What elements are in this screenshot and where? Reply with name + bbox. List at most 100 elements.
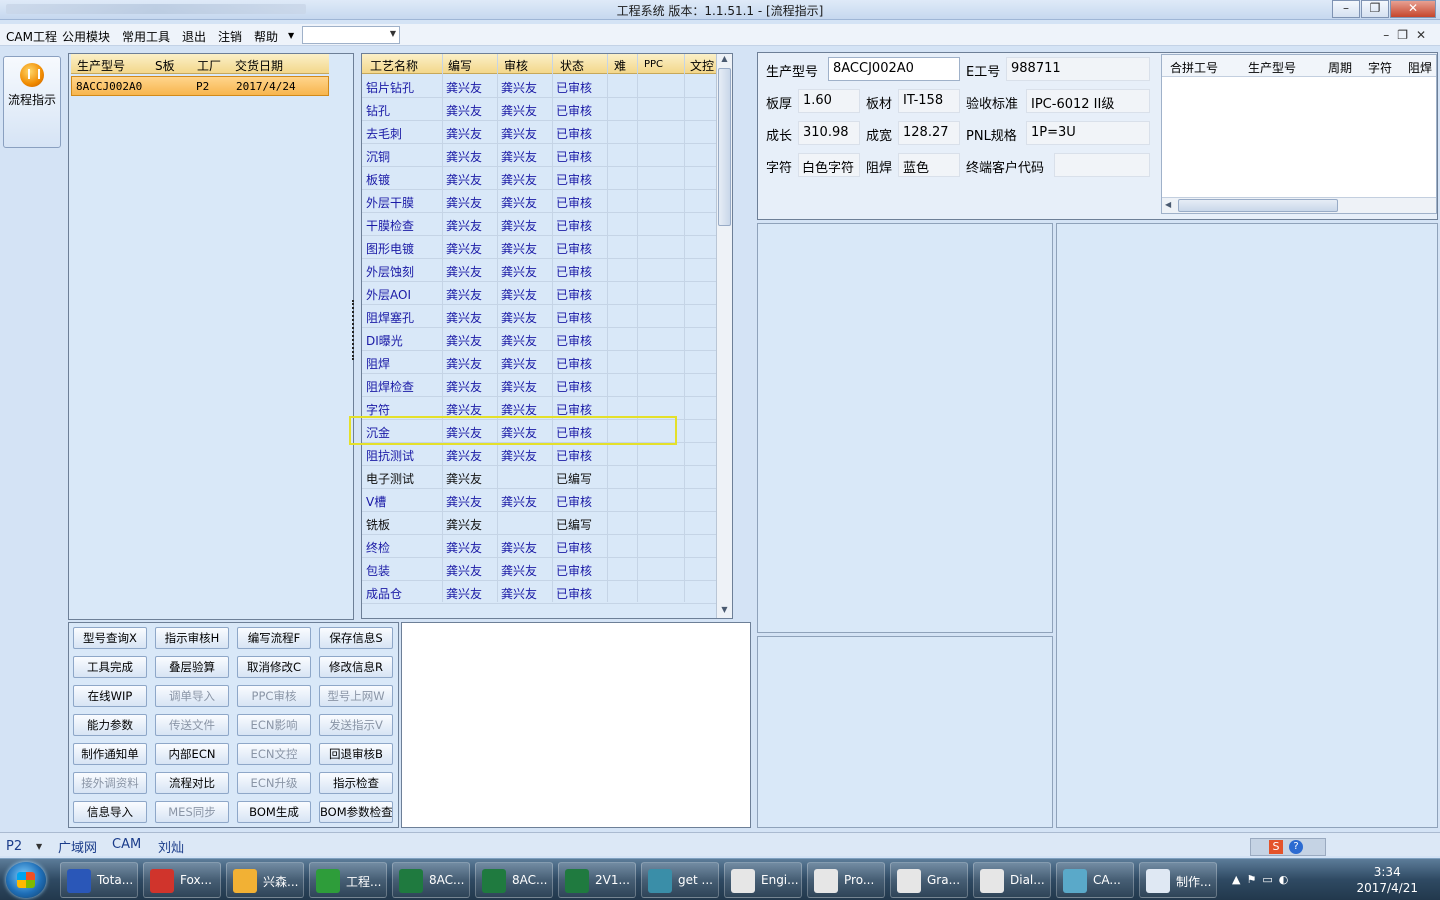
col-char[interactable]: 字符 <box>1368 59 1392 76</box>
merge-grid-scrollbar[interactable]: ◀ <box>1162 197 1436 213</box>
action-button[interactable]: BOM生成 <box>237 801 311 823</box>
menu-common-module[interactable]: 公用模块 <box>62 28 110 45</box>
menu-combo[interactable]: ▼ <box>302 26 400 44</box>
action-button[interactable]: ECN升级 <box>237 772 311 794</box>
action-button[interactable]: 制作通知单 <box>73 743 147 765</box>
table-row[interactable]: 外层蚀刻 龚兴友 龚兴友 已审核 <box>362 259 732 282</box>
col-difficulty[interactable]: 难 <box>614 57 626 74</box>
table-row[interactable]: 电子测试 龚兴友 已编写 <box>362 466 732 489</box>
col-mask[interactable]: 阻焊 <box>1408 59 1432 76</box>
action-button[interactable]: 指示审核H <box>155 627 229 649</box>
minimize-button[interactable]: – <box>1332 0 1360 18</box>
action-button[interactable]: 内部ECN <box>155 743 229 765</box>
action-button[interactable]: 传送文件 <box>155 714 229 736</box>
taskbar-item[interactable]: 8AC... <box>392 862 470 898</box>
menu-cam[interactable]: CAM工程 <box>6 28 57 45</box>
col-ppc[interactable]: PPC <box>644 59 663 70</box>
table-row[interactable]: 包装 龚兴友 龚兴友 已审核 <box>362 558 732 581</box>
action-button[interactable]: 在线WIP <box>73 685 147 707</box>
width-field[interactable]: 128.27 <box>898 121 960 145</box>
scroll-down-icon[interactable]: ▼ <box>717 605 732 618</box>
ework-field[interactable]: 988711 <box>1006 57 1150 81</box>
taskbar-item[interactable]: Dial... <box>973 862 1051 898</box>
table-row[interactable]: 钻孔 龚兴友 龚兴友 已审核 <box>362 98 732 121</box>
action-button[interactable]: 接外调资料 <box>73 772 147 794</box>
action-button[interactable]: 编写流程F <box>237 627 311 649</box>
col-delivery-date[interactable]: 交货日期 <box>235 57 283 74</box>
action-button[interactable]: 修改信息R <box>319 656 393 678</box>
table-row[interactable]: 去毛刺 龚兴友 龚兴友 已审核 <box>362 121 732 144</box>
taskbar-item[interactable]: 工程... <box>309 862 387 898</box>
scroll-left-icon[interactable]: ◀ <box>1165 200 1171 209</box>
action-button[interactable]: 流程对比 <box>155 772 229 794</box>
action-button[interactable]: 调单导入 <box>155 685 229 707</box>
col-writer[interactable]: 编写 <box>448 57 472 74</box>
splitter-handle[interactable] <box>352 300 358 360</box>
material-field[interactable]: IT-158 <box>898 89 960 113</box>
action-button[interactable]: 取消修改C <box>237 656 311 678</box>
action-button[interactable]: 能力参数 <box>73 714 147 736</box>
taskbar-item[interactable]: 2V1... <box>558 862 636 898</box>
table-row[interactable]: 干膜检查 龚兴友 龚兴友 已审核 <box>362 213 732 236</box>
action-button[interactable]: MES同步 <box>155 801 229 823</box>
mdi-window-buttons[interactable]: –❐✕ <box>1383 28 1434 42</box>
table-row[interactable]: 阻焊 龚兴友 龚兴友 已审核 <box>362 351 732 374</box>
table-row[interactable]: 8ACCJ002A0 P2 2017/4/24 <box>71 76 329 96</box>
menu-exit[interactable]: 退出 <box>182 28 206 45</box>
factory-selector[interactable]: P2 <box>6 839 22 854</box>
menu-logout[interactable]: 注销 <box>218 28 242 45</box>
menu-common-tools[interactable]: 常用工具 <box>122 28 170 45</box>
table-row[interactable]: 阻焊检查 龚兴友 龚兴友 已审核 <box>362 374 732 397</box>
model-field[interactable]: 8ACCJ002A0 <box>828 57 960 81</box>
clock[interactable]: 3:34 2017/4/21 <box>1356 864 1418 896</box>
scroll-up-icon[interactable]: ▲ <box>717 54 732 67</box>
scroll-thumb[interactable] <box>718 68 731 226</box>
taskbar-item[interactable]: 兴森... <box>226 862 304 898</box>
help-icon[interactable]: ? <box>1289 840 1303 854</box>
table-row[interactable]: DI曝光 龚兴友 龚兴友 已审核 <box>362 328 732 351</box>
action-button[interactable]: ECN文控 <box>237 743 311 765</box>
process-table-scrollbar[interactable]: ▲ ▼ <box>716 54 732 618</box>
action-button[interactable]: PPC审核 <box>237 685 311 707</box>
restore-button[interactable]: ❐ <box>1361 0 1389 18</box>
sogou-icon[interactable]: S <box>1269 840 1283 854</box>
chevron-down-icon[interactable]: ▼ <box>288 31 294 40</box>
action-button[interactable]: 叠层验算 <box>155 656 229 678</box>
taskbar-item[interactable]: get ... <box>641 862 719 898</box>
taskbar-item[interactable]: Pro... <box>807 862 885 898</box>
menu-help[interactable]: 帮助 <box>254 28 278 45</box>
action-button[interactable]: BOM参数检查 <box>319 801 393 823</box>
action-button[interactable]: 信息导入 <box>73 801 147 823</box>
standard-field[interactable]: IPC-6012 II级 <box>1026 89 1150 113</box>
col-merge-job[interactable]: 合拼工号 <box>1170 59 1218 76</box>
col-sboard[interactable]: S板 <box>155 57 175 74</box>
table-row[interactable]: 铝片钻孔 龚兴友 龚兴友 已审核 <box>362 75 732 98</box>
char-field[interactable]: 白色字符 <box>798 153 860 177</box>
chevron-down-icon[interactable]: ▼ <box>36 842 42 851</box>
taskbar-item[interactable]: Engi... <box>724 862 802 898</box>
table-row[interactable]: 外层干膜 龚兴友 龚兴友 已审核 <box>362 190 732 213</box>
col-reviewer[interactable]: 审核 <box>504 57 528 74</box>
col-process-name[interactable]: 工艺名称 <box>370 57 418 74</box>
table-row[interactable]: 外层AOI 龚兴友 龚兴友 已审核 <box>362 282 732 305</box>
action-button[interactable]: 保存信息S <box>319 627 393 649</box>
taskbar-item[interactable]: Tota... <box>60 862 138 898</box>
table-row[interactable]: 阻抗测试 龚兴友 龚兴友 已审核 <box>362 443 732 466</box>
taskbar-item[interactable]: CA... <box>1056 862 1134 898</box>
table-row[interactable]: 成品仓 龚兴友 龚兴友 已审核 <box>362 581 732 604</box>
action-button[interactable]: ECN影响 <box>237 714 311 736</box>
mask-field[interactable]: 蓝色 <box>898 153 960 177</box>
scroll-thumb[interactable] <box>1178 199 1338 212</box>
taskbar-item[interactable]: Fox... <box>143 862 221 898</box>
table-row[interactable]: 终检 龚兴友 龚兴友 已审核 <box>362 535 732 558</box>
length-field[interactable]: 310.98 <box>798 121 860 145</box>
flow-indicator-button[interactable]: 流程指示 <box>3 56 61 148</box>
col-status[interactable]: 状态 <box>560 57 584 74</box>
start-button[interactable] <box>6 862 46 898</box>
action-button[interactable]: 型号上网W <box>319 685 393 707</box>
action-button[interactable]: 指示检查 <box>319 772 393 794</box>
table-row[interactable]: 沉铜 龚兴友 龚兴友 已审核 <box>362 144 732 167</box>
col-factory[interactable]: 工厂 <box>197 57 221 74</box>
col-doc-control[interactable]: 文控 <box>690 57 714 74</box>
tray-icons[interactable]: ▲⚑▭◐ <box>1232 873 1294 886</box>
